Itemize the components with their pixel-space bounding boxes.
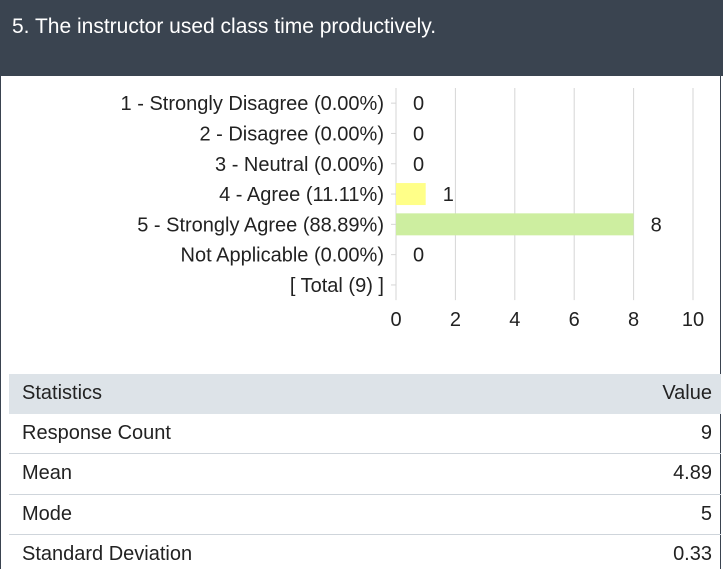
- table-row: Response Count 9: [9, 413, 721, 454]
- statistics-header-row: Statistics Value: [9, 374, 721, 414]
- category-label: [ Total (9) ]: [290, 275, 384, 297]
- question-title: 5. The instructor used class time produc…: [12, 15, 437, 38]
- data-label: 0: [413, 123, 424, 145]
- statistics-column-header: Statistics: [9, 374, 528, 414]
- x-tick-label: 8: [628, 309, 639, 331]
- data-label: 8: [651, 214, 662, 236]
- statistics-table: Statistics Value Response Count 9 Mean 4…: [9, 374, 721, 575]
- x-tick-label: 6: [569, 309, 580, 331]
- bar: [396, 213, 634, 236]
- data-label: 0: [413, 154, 424, 176]
- stat-value: 4.89: [527, 453, 721, 495]
- x-tick-label: 4: [509, 309, 520, 331]
- stat-label: Response Count: [9, 413, 528, 454]
- stat-label: Mean: [9, 453, 528, 495]
- bar: [396, 183, 426, 206]
- category-label: 5 - Strongly Agree (88.89%): [137, 214, 384, 236]
- category-label: 2 - Disagree (0.00%): [199, 123, 384, 145]
- stat-value: 5: [527, 494, 721, 535]
- question-header: 5. The instructor used class time produc…: [0, 0, 723, 76]
- table-row: Mode 5: [9, 494, 721, 535]
- data-label: 0: [413, 245, 424, 267]
- category-label: 4 - Agree (11.11%): [219, 184, 384, 206]
- stat-label: Mode: [9, 494, 528, 535]
- data-label: 0: [413, 93, 424, 115]
- stat-value: 9: [527, 413, 721, 454]
- value-column-header: Value: [527, 374, 721, 414]
- x-tick-label: 0: [390, 309, 401, 331]
- x-tick-label: 10: [682, 309, 704, 331]
- category-label: 3 - Neutral (0.00%): [215, 154, 384, 176]
- category-label: 1 - Strongly Disagree (0.00%): [121, 93, 384, 115]
- category-label: Not Applicable (0.00%): [181, 245, 384, 267]
- data-label: 1: [443, 184, 454, 206]
- x-tick-label: 2: [450, 309, 461, 331]
- response-bar-chart: 1 - Strongly Disagree (0.00%) 0 2 - Disagr…: [121, 88, 704, 331]
- table-row: Mean 4.89: [9, 453, 721, 495]
